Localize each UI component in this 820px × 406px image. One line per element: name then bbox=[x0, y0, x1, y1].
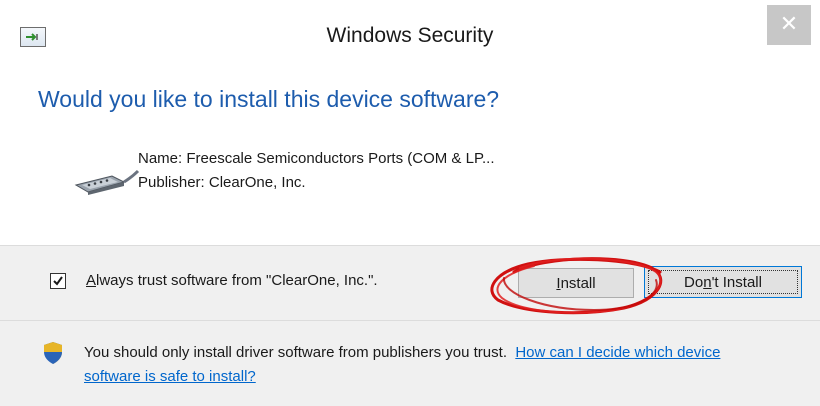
device-publisher: Publisher: ClearOne, Inc. bbox=[138, 174, 306, 191]
focus-ring bbox=[648, 270, 798, 294]
close-icon: ✕ bbox=[779, 11, 799, 36]
footer-separator bbox=[0, 320, 820, 321]
close-button[interactable]: ✕ bbox=[767, 5, 811, 45]
install-button[interactable]: Install bbox=[518, 268, 634, 298]
dont-install-button[interactable]: Don't Install bbox=[644, 266, 802, 298]
install-label: nstall bbox=[560, 275, 596, 292]
device-name: Name: Freescale Semiconductors Ports (CO… bbox=[138, 150, 495, 167]
always-trust-label[interactable]: Always trust software from "ClearOne, In… bbox=[86, 272, 378, 289]
window-title: Windows Security bbox=[326, 24, 494, 47]
warning-text: You should only install driver software … bbox=[84, 341, 774, 389]
security-shield-icon bbox=[42, 341, 64, 365]
trust-label-text: lways trust software from "ClearOne, Inc… bbox=[96, 272, 378, 289]
always-trust-checkbox[interactable] bbox=[50, 273, 66, 289]
windows-security-dialog: Windows Security ✕ Would you like to ins… bbox=[0, 0, 820, 406]
dialog-heading: Would you like to install this device so… bbox=[38, 86, 500, 112]
title-bar: Windows Security ✕ bbox=[0, 0, 820, 80]
checkmark-icon bbox=[53, 276, 63, 286]
serial-port-connector-icon bbox=[72, 165, 142, 195]
trust-accesskey: A bbox=[86, 272, 97, 289]
warning-message: You should only install driver software … bbox=[84, 344, 507, 361]
